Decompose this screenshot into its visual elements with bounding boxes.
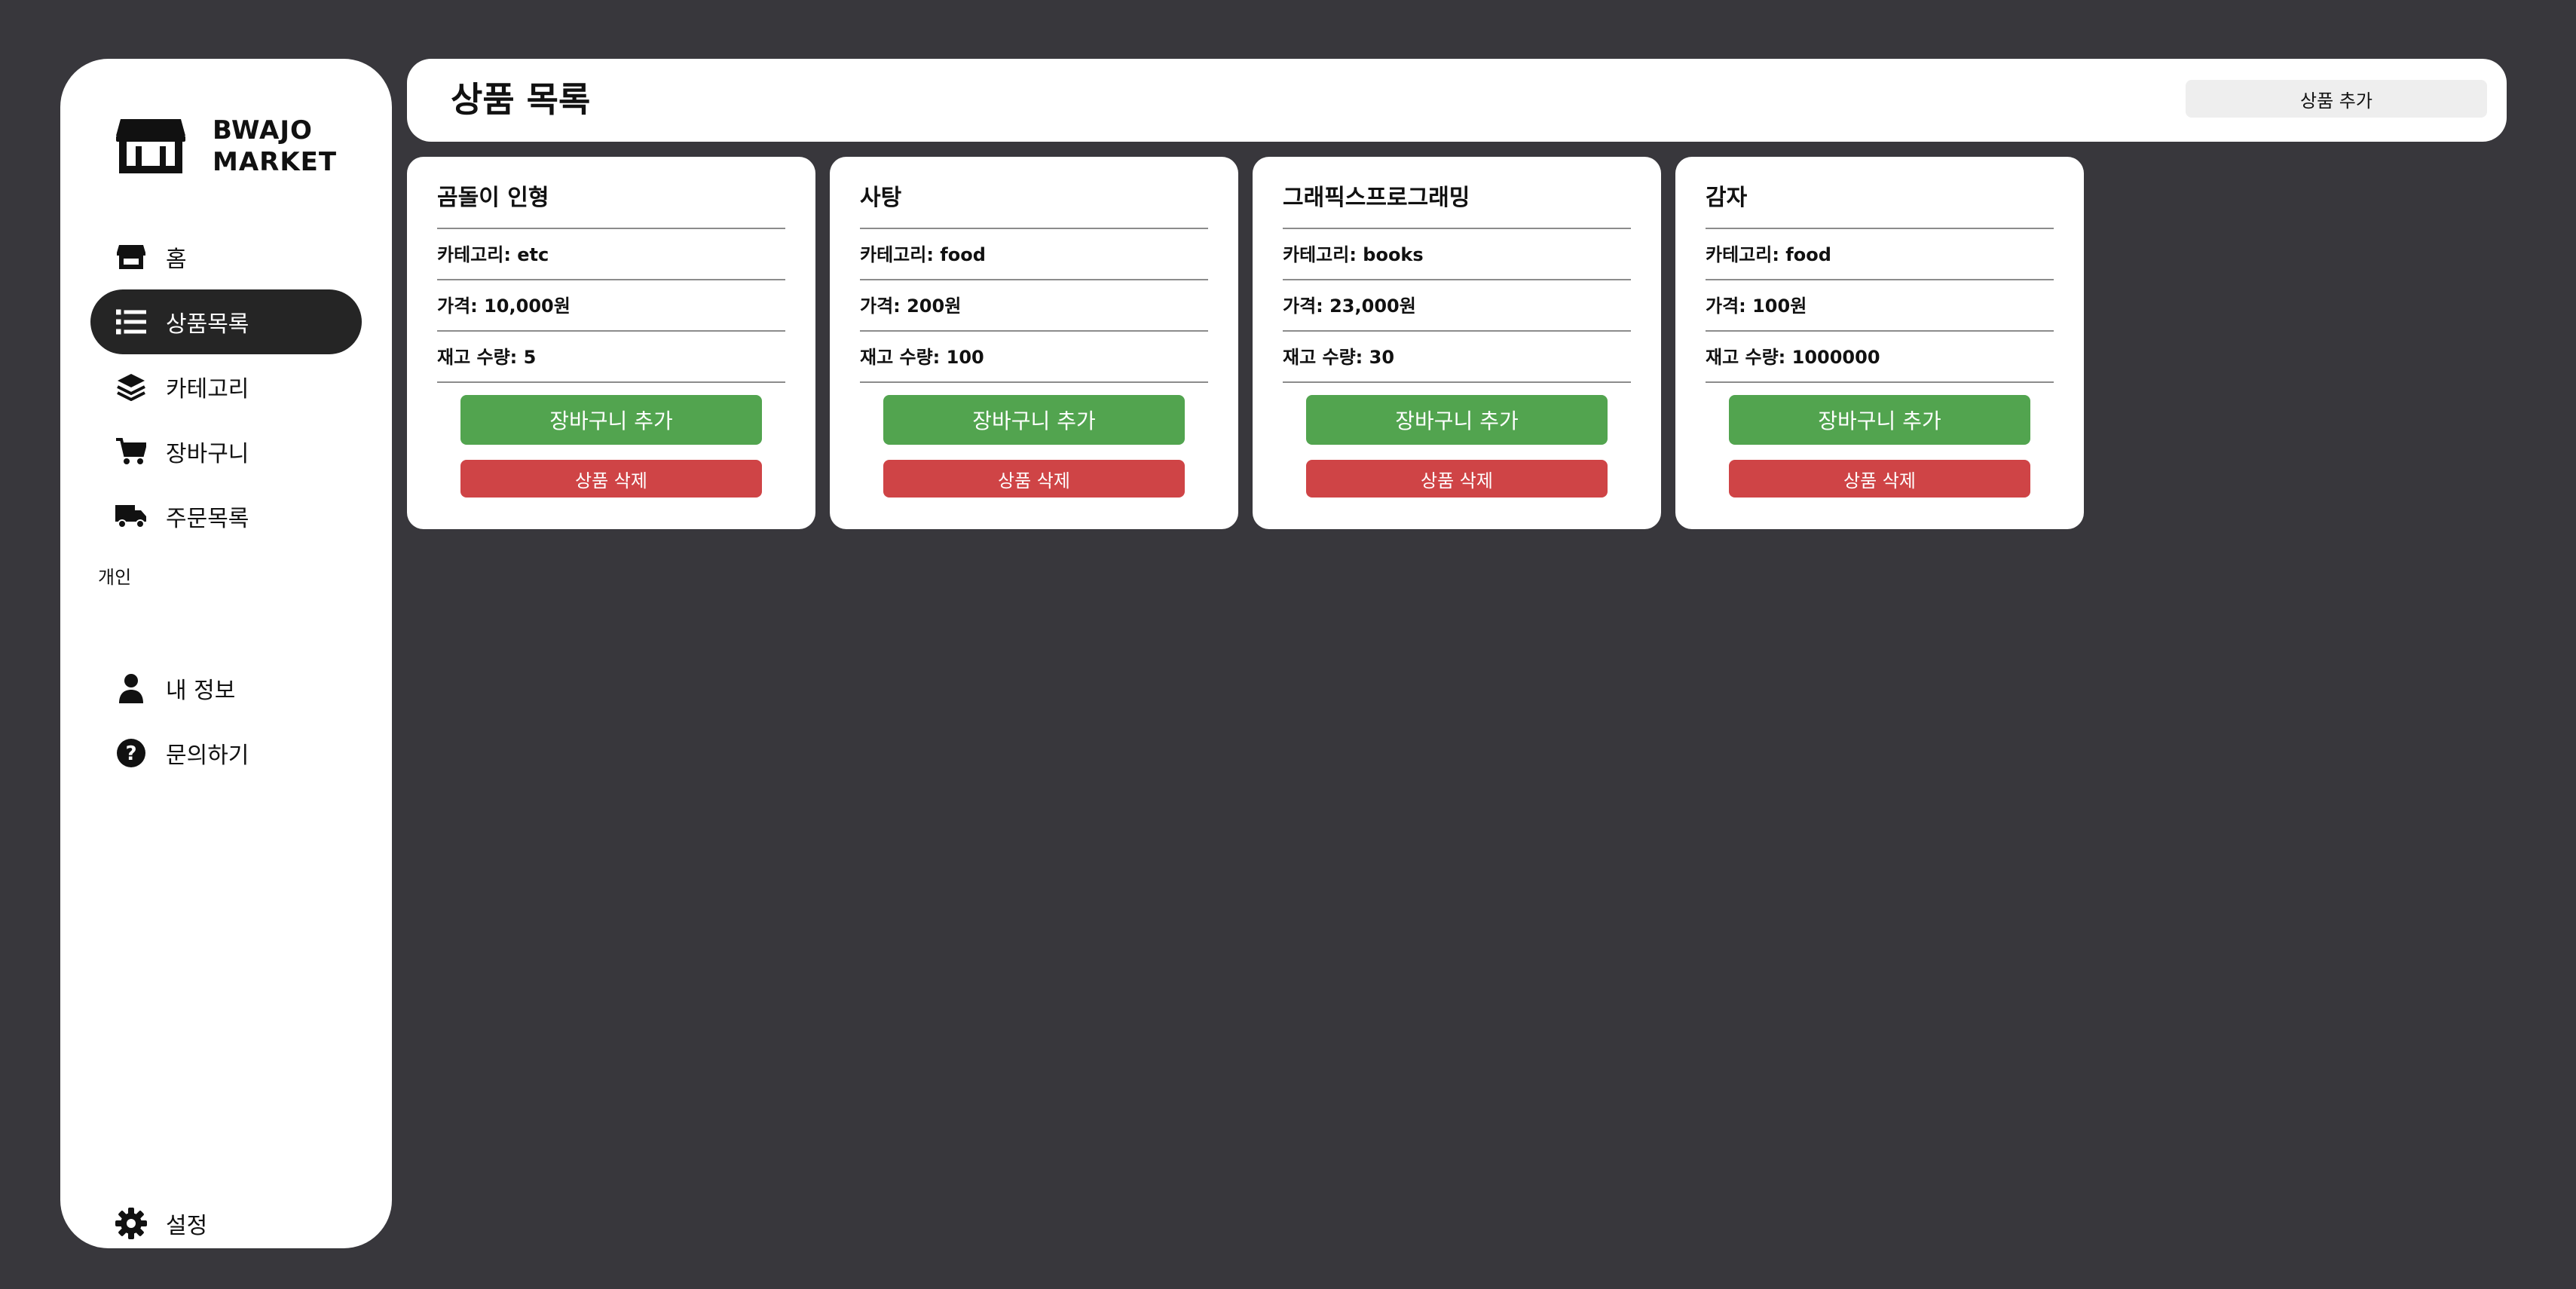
product-stock: 재고 수량: 5 (437, 332, 785, 383)
product-card: 사탕 카테고리: food 가격: 200원 재고 수량: 100 장바구니 추… (830, 157, 1238, 529)
brand-line1: BWAJO (213, 115, 313, 145)
product-card: 그래픽스프로그래밍 카테고리: books 가격: 23,000원 재고 수량:… (1253, 157, 1661, 529)
section-label-personal: 개인 (98, 567, 132, 588)
product-name: 그래픽스프로그래밍 (1283, 157, 1631, 229)
main-nav: 홈 상품목록 카테고리 장바구니 주문목록 (90, 225, 362, 549)
product-name: 곰돌이 인형 (437, 157, 785, 229)
sidebar-item-label: 홈 (166, 246, 187, 273)
page-header: 상품 목록 상품 추가 (407, 59, 2507, 142)
product-card: 곰돌이 인형 카테고리: etc 가격: 10,000원 재고 수량: 5 장바… (407, 157, 815, 529)
sidebar-item-my-info[interactable]: 내 정보 (90, 656, 362, 721)
delete-product-button[interactable]: 상품 삭제 (1729, 460, 2030, 498)
product-category: 카테고리: food (860, 229, 1208, 280)
brand-logo[interactable]: BWAJO MARKET (115, 115, 337, 178)
delete-product-button[interactable]: 상품 삭제 (883, 460, 1185, 498)
product-price: 가격: 100원 (1706, 280, 2054, 332)
question-icon: ? (115, 736, 148, 770)
product-price: 가격: 23,000원 (1283, 280, 1631, 332)
page-title: 상품 목록 (451, 79, 591, 120)
product-category: 카테고리: food (1706, 229, 2054, 280)
product-name: 감자 (1706, 157, 2054, 229)
layers-icon (115, 370, 148, 403)
settings-nav: 설정 (90, 1191, 362, 1256)
product-card: 감자 카테고리: food 가격: 100원 재고 수량: 1000000 장바… (1675, 157, 2084, 529)
sidebar-item-inquiry[interactable]: ? 문의하기 (90, 721, 362, 785)
store-logo-icon (116, 119, 185, 173)
sidebar-item-label: 카테고리 (166, 376, 249, 403)
sidebar-item-label: 상품목록 (166, 311, 249, 338)
sidebar: BWAJO MARKET 홈 상품목록 카테고리 장바구니 주문목록 개인 내 … (60, 59, 392, 1248)
truck-icon (115, 500, 148, 533)
gear-icon (115, 1207, 148, 1240)
product-category: 카테고리: books (1283, 229, 1631, 280)
brand-line2: MARKET (213, 147, 338, 177)
sidebar-item-orders[interactable]: 주문목록 (90, 484, 362, 549)
add-to-cart-button[interactable]: 장바구니 추가 (883, 395, 1185, 445)
list-icon (115, 305, 148, 338)
product-price: 가격: 200원 (860, 280, 1208, 332)
delete-product-button[interactable]: 상품 삭제 (460, 460, 762, 498)
brand-name: BWAJO MARKET (213, 115, 337, 178)
product-stock: 재고 수량: 100 (860, 332, 1208, 383)
product-price: 가격: 10,000원 (437, 280, 785, 332)
cart-icon (115, 435, 148, 468)
sidebar-item-label: 문의하기 (166, 742, 249, 769)
add-to-cart-button[interactable]: 장바구니 추가 (1729, 395, 2030, 445)
personal-nav: 내 정보 ? 문의하기 (90, 656, 362, 785)
sidebar-item-label: 장바구니 (166, 441, 249, 467)
sidebar-item-cart[interactable]: 장바구니 (90, 419, 362, 484)
sidebar-item-category[interactable]: 카테고리 (90, 354, 362, 419)
sidebar-item-home[interactable]: 홈 (90, 225, 362, 289)
sidebar-item-settings[interactable]: 설정 (90, 1191, 362, 1256)
add-product-button[interactable]: 상품 추가 (2186, 80, 2487, 118)
sidebar-item-label: 설정 (166, 1213, 208, 1239)
svg-text:?: ? (125, 742, 136, 765)
product-name: 사탕 (860, 157, 1208, 229)
add-to-cart-button[interactable]: 장바구니 추가 (460, 395, 762, 445)
product-stock: 재고 수량: 1000000 (1706, 332, 2054, 383)
sidebar-item-label: 내 정보 (166, 678, 236, 704)
delete-product-button[interactable]: 상품 삭제 (1306, 460, 1608, 498)
product-category: 카테고리: etc (437, 229, 785, 280)
store-icon (115, 240, 148, 274)
sidebar-item-label: 주문목록 (166, 506, 249, 532)
product-stock: 재고 수량: 30 (1283, 332, 1631, 383)
user-icon (115, 672, 148, 705)
add-to-cart-button[interactable]: 장바구니 추가 (1306, 395, 1608, 445)
sidebar-item-products[interactable]: 상품목록 (90, 289, 362, 354)
